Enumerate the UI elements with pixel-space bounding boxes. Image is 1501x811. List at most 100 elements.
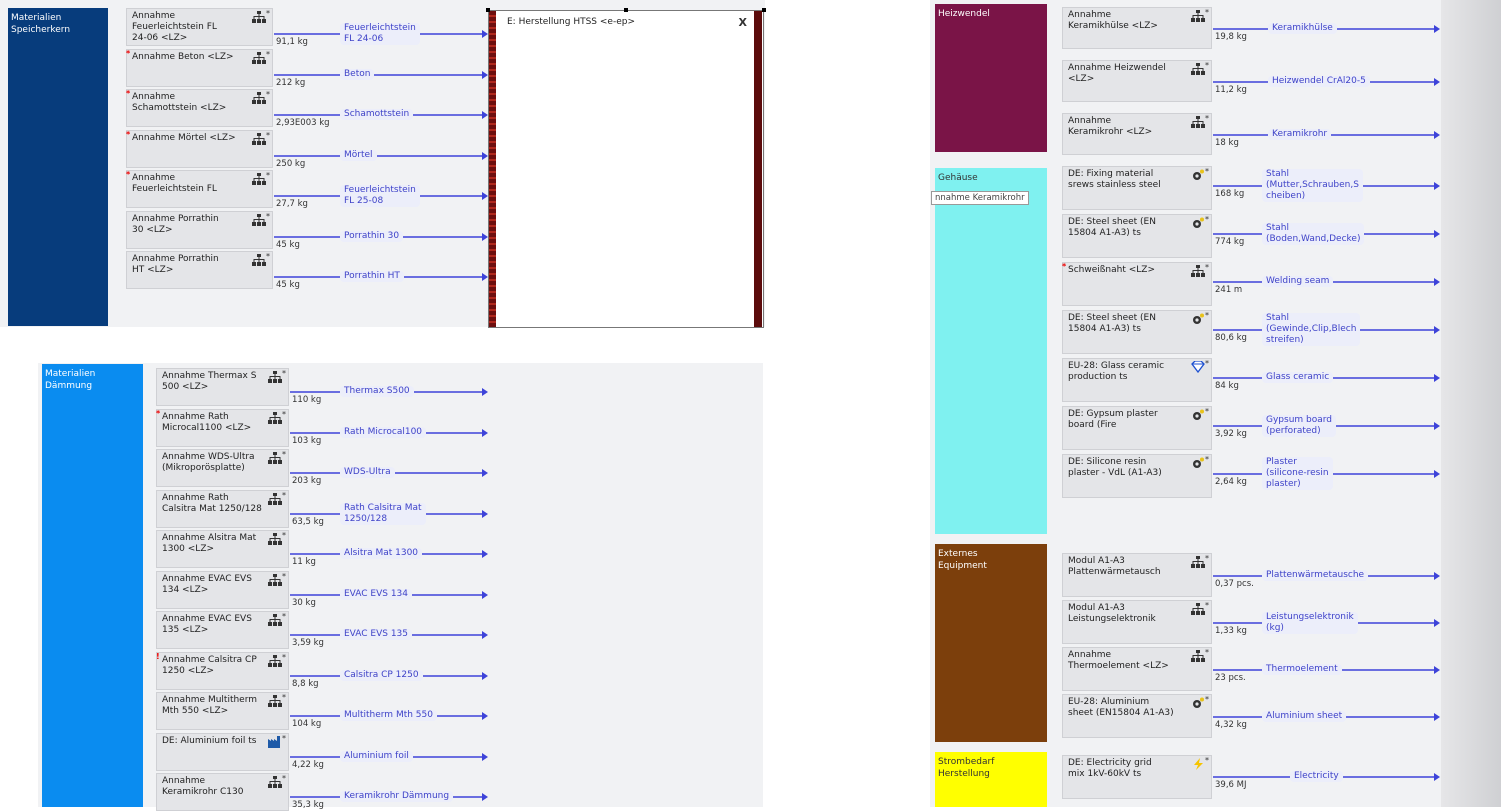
- process-node-label: Annahme Alsitra Mat 1300 <LZ>: [162, 533, 257, 554]
- process-node[interactable]: Annahme EVAC EVS 134 <LZ> *: [156, 570, 289, 609]
- flow-label[interactable]: EVAC EVS 135: [340, 629, 413, 640]
- flow-label[interactable]: Alsitra Mat 1300: [340, 548, 423, 559]
- flow-label[interactable]: Glass ceramic: [1262, 372, 1334, 383]
- process-node[interactable]: DE: Fixing material srews stainless stee…: [1062, 166, 1212, 210]
- flow-label[interactable]: Gypsum board (perforated): [1262, 415, 1337, 437]
- process-node[interactable]: DE: Steel sheet (EN 15804 A1-A3) ts *: [1062, 214, 1212, 258]
- process-node[interactable]: Annahme Mörtel <LZ> * *: [126, 129, 273, 168]
- category-strombedarf[interactable]: Strombedarf Herstellung: [935, 752, 1047, 807]
- process-node[interactable]: Annahme Feuerleichtstein FL * *: [126, 170, 273, 208]
- parameter-marker: *: [282, 450, 286, 459]
- flow-label[interactable]: Thermax S500: [340, 386, 414, 397]
- flow-label[interactable]: WDS-Ultra: [340, 467, 395, 478]
- flow-label[interactable]: Rath Calsitra Mat 1250/128: [340, 502, 426, 525]
- flow-label[interactable]: Rath Microcal100: [340, 426, 427, 438]
- flow-label[interactable]: Aluminium foil: [340, 750, 413, 762]
- flow-label[interactable]: Plattenwärmetausche: [1262, 570, 1369, 581]
- process-node[interactable]: Annahme Keramikhülse <LZ> *: [1062, 7, 1212, 49]
- flow-quantity: 63,5 kg: [292, 516, 324, 527]
- process-node[interactable]: DE: Gypsum plaster board (Fire *: [1062, 406, 1212, 450]
- flow-arrow[interactable]: [274, 151, 488, 160]
- flow-label[interactable]: Keramikrohr Dämmung: [340, 791, 454, 802]
- process-node[interactable]: Annahme Thermax S 500 <LZ> *: [156, 368, 289, 406]
- warning-flag: *: [156, 408, 161, 418]
- flow-label[interactable]: Feuerleichtstein FL 24-06: [340, 23, 420, 45]
- flow-label[interactable]: Feuerleichtstein FL 25-08: [340, 185, 420, 207]
- process-node[interactable]: DE: Steel sheet (EN 15804 A1-A3) ts *: [1062, 310, 1212, 354]
- flow-label[interactable]: Thermoelement: [1262, 664, 1342, 675]
- resize-handle-top-right[interactable]: [762, 8, 766, 12]
- process-node[interactable]: EU-28: Aluminium sheet (EN15804 A1-A3) *: [1062, 694, 1212, 738]
- flow-label[interactable]: Welding seam: [1262, 276, 1334, 287]
- category-daemmung[interactable]: Materialien Dämmung: [42, 364, 143, 807]
- flow-label[interactable]: Aluminium sheet: [1262, 711, 1347, 722]
- category-gehaeuse[interactable]: Gehäuse: [935, 168, 1047, 534]
- flow-label[interactable]: Multitherm Mth 550: [340, 710, 437, 721]
- process-node[interactable]: DE: Aluminium foil ts *: [156, 732, 289, 771]
- category-heizwendel[interactable]: Heizwendel: [935, 4, 1047, 152]
- flow-label[interactable]: Keramikrohr: [1268, 129, 1332, 140]
- flow-label[interactable]: Leistungselektronik (kg): [1262, 612, 1358, 634]
- process-node[interactable]: Annahme Porrathin HT <LZ> *: [126, 251, 273, 289]
- parameter-marker: *: [1205, 311, 1209, 320]
- flow-quantity: 11,2 kg: [1215, 85, 1247, 95]
- process-herstellung-box[interactable]: E: Herstellung HTSS <e-ep> X: [488, 10, 764, 328]
- process-node[interactable]: Schweißnaht <LZ> * *: [1062, 262, 1212, 306]
- process-node[interactable]: Annahme EVAC EVS 135 <LZ> *: [156, 611, 289, 649]
- category-externes[interactable]: Externes Equipment: [935, 544, 1047, 742]
- process-node[interactable]: DE: Silicone resin plaster - VdL (A1-A3)…: [1062, 454, 1212, 498]
- process-node[interactable]: Annahme Feuerleichtstein FL 24-06 <LZ> *: [126, 8, 273, 46]
- flow-label[interactable]: Keramikhülse: [1268, 23, 1337, 34]
- flow-quantity: 2,93E003 kg: [276, 118, 330, 128]
- process-node[interactable]: Annahme Rath Calsitra Mat 1250/128 *: [156, 489, 289, 528]
- flow-label[interactable]: Stahl (Gewinde,Clip,Blech streifen): [1262, 313, 1361, 346]
- process-node[interactable]: Modul A1-A3 Plattenwärmetausch *: [1062, 553, 1212, 597]
- warning-flag: *: [1062, 262, 1067, 271]
- warning-flag: !: [156, 651, 160, 661]
- flow-label[interactable]: Schamottstein: [340, 109, 414, 120]
- process-node[interactable]: Modul A1-A3 Leistungselektronik *: [1062, 600, 1212, 644]
- process-node[interactable]: EU-28: Glass ceramic production ts *: [1062, 358, 1212, 402]
- resize-handle-top-left[interactable]: [486, 8, 490, 12]
- flow-label[interactable]: Stahl (Mutter,Schrauben,S cheiben): [1262, 169, 1363, 202]
- process-node[interactable]: Annahme Rath Microcal1100 <LZ> * *: [156, 408, 289, 447]
- flow-label[interactable]: Porrathin 30: [340, 230, 404, 242]
- flow-label[interactable]: Mörtel: [340, 149, 377, 161]
- flow-label[interactable]: Heizwendel CrAl20-5: [1268, 76, 1370, 87]
- process-node[interactable]: Annahme WDS-Ultra (Mikroporösplatte) *: [156, 449, 289, 487]
- process-close-icon[interactable]: X: [739, 16, 747, 29]
- plan-icon: [268, 371, 282, 383]
- process-node[interactable]: Annahme Schamottstein <LZ> * *: [126, 89, 273, 127]
- warning-flag: *: [126, 170, 131, 179]
- process-node-label: Annahme Multitherm Mth 550 <LZ>: [162, 695, 258, 716]
- flow-label[interactable]: Stahl (Boden,Wand,Decke): [1262, 223, 1365, 245]
- process-node[interactable]: Annahme Heizwendel <LZ> *: [1062, 60, 1212, 102]
- gear-icon: [1191, 409, 1205, 421]
- resize-handle-top-center[interactable]: [624, 8, 628, 12]
- process-node[interactable]: Annahme Alsitra Mat 1300 <LZ> *: [156, 530, 289, 568]
- process-node[interactable]: Annahme Keramikrohr C130 *: [156, 773, 289, 811]
- category-speicherkern[interactable]: Materialien Speicherkern: [8, 8, 108, 326]
- process-node[interactable]: Annahme Beton <LZ> * *: [126, 48, 273, 87]
- process-node[interactable]: Annahme Multitherm Mth 550 <LZ> *: [156, 692, 289, 730]
- flow-label[interactable]: Electricity: [1290, 771, 1343, 782]
- flow-quantity: 23 pcs.: [1215, 673, 1246, 683]
- process-node[interactable]: Annahme Keramikrohr <LZ> *: [1062, 113, 1212, 155]
- parameter-marker: *: [282, 490, 286, 500]
- process-node[interactable]: Annahme Porrathin 30 <LZ> *: [126, 210, 273, 249]
- flow-quantity: 250 kg: [276, 158, 306, 169]
- plan-icon: [1191, 603, 1205, 615]
- process-node[interactable]: DE: Electricity grid mix 1kV-60kV ts *: [1062, 755, 1212, 799]
- flow-quantity: 27,7 kg: [276, 199, 308, 209]
- process-node[interactable]: Annahme Calsitra CP 1250 <LZ> *!: [156, 651, 289, 690]
- flow-label[interactable]: EVAC EVS 134: [340, 588, 413, 600]
- flow-label[interactable]: Plaster (silicone-resin plaster): [1262, 457, 1333, 490]
- flow-arrow[interactable]: [274, 70, 488, 79]
- flow-label[interactable]: Calsitra CP 1250: [340, 669, 423, 681]
- flow-label[interactable]: Porrathin HT: [340, 271, 404, 282]
- flow-quantity: 103 kg: [292, 435, 322, 446]
- flow-label[interactable]: Beton: [340, 68, 375, 80]
- process-node-label: DE: Aluminium foil ts: [162, 735, 257, 746]
- process-node[interactable]: Annahme Thermoelement <LZ> *: [1062, 647, 1212, 691]
- plan-icon: [252, 254, 266, 266]
